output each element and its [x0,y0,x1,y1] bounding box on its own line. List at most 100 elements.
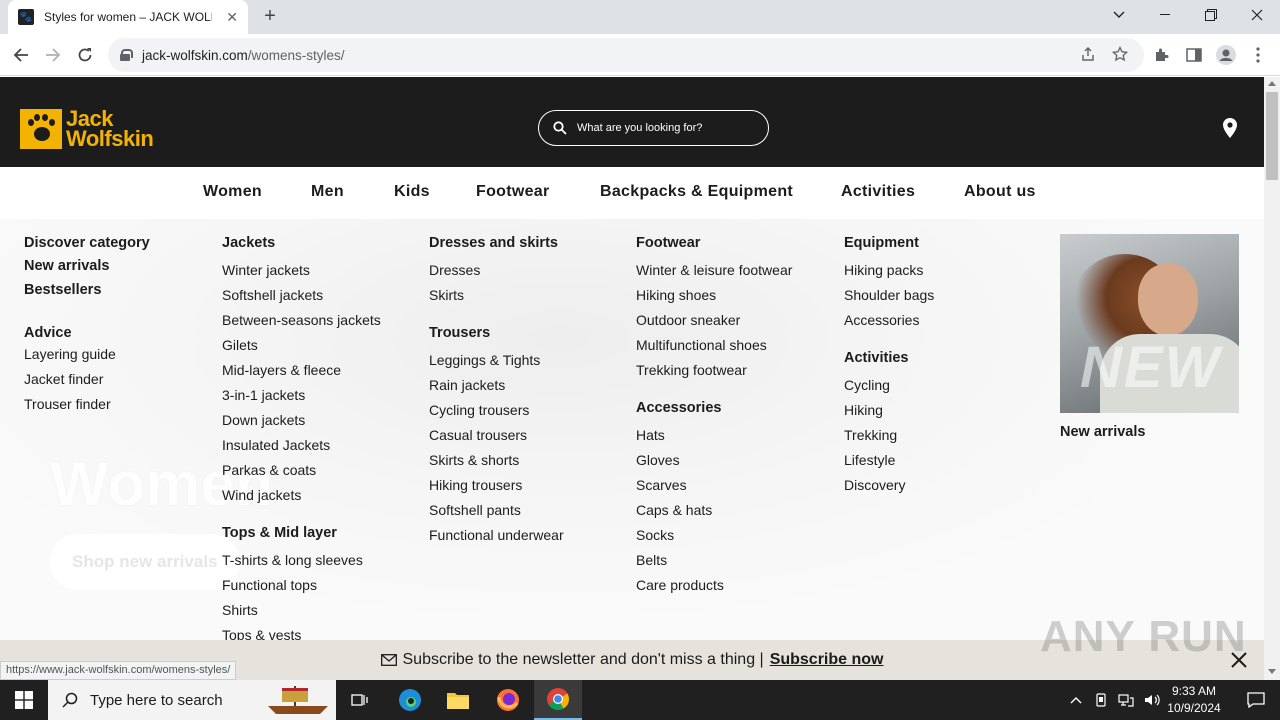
menu-link[interactable]: Skirts & shorts [429,452,519,468]
taskbar-edge[interactable] [386,680,434,720]
profile-avatar-icon[interactable] [1216,45,1236,65]
notification-center-button[interactable] [1232,680,1280,720]
menu-jackets[interactable]: Jackets [222,235,275,251]
share-icon[interactable] [1080,46,1096,67]
menu-link[interactable]: Leggings & Tights [429,352,540,368]
menu-link[interactable]: Trekking footwear [636,362,747,378]
menu-tops-mid-layer[interactable]: Tops & Mid layer [222,525,337,541]
back-button[interactable] [8,42,34,68]
network-icon[interactable] [1118,693,1134,707]
chevron-up-icon[interactable] [1070,696,1082,704]
menu-link[interactable]: Shirts [222,602,258,618]
store-locator-pin-icon[interactable] [1222,118,1238,143]
menu-link[interactable]: Caps & hats [636,502,712,518]
minimize-button[interactable] [1142,0,1188,30]
taskbar-clock[interactable]: 9:33 AM 10/9/2024 [1160,683,1228,717]
menu-link[interactable]: Shoulder bags [844,287,934,303]
nav-kids[interactable]: Kids [394,183,430,201]
address-bar[interactable]: jack-wolfskin.com/womens-styles/ [108,38,1144,72]
subscribe-now-link[interactable]: Subscribe now [770,651,884,669]
menu-link[interactable]: Socks [636,527,674,543]
menu-link[interactable]: Layering guide [24,346,116,362]
menu-link[interactable]: Insulated Jackets [222,437,330,453]
chrome-menu-icon[interactable] [1248,45,1268,65]
scroll-down-arrow-icon[interactable] [1268,669,1276,674]
menu-link[interactable]: Tops & vests [222,627,301,640]
menu-link[interactable]: T-shirts & long sleeves [222,552,363,568]
menu-link[interactable]: Parkas & coats [222,462,316,478]
scrollbar-thumb[interactable] [1266,92,1278,180]
reload-button[interactable] [72,42,98,68]
menu-link[interactable]: Jacket finder [24,371,103,387]
menu-link[interactable]: Softshell jackets [222,287,323,303]
menu-activities[interactable]: Activities [844,350,908,366]
bookmark-star-icon[interactable] [1111,45,1129,67]
menu-link[interactable]: Softshell pants [429,502,521,518]
menu-link[interactable]: Care products [636,577,724,593]
menu-accessories[interactable]: Accessories [636,400,721,416]
taskbar-search-box[interactable]: Type here to search [48,680,336,720]
side-panel-icon[interactable] [1184,45,1204,65]
nav-women[interactable]: Women [203,183,262,201]
menu-discover-category[interactable]: Discover category [24,235,150,251]
nav-footwear[interactable]: Footwear [476,183,550,201]
tab-close-icon[interactable]: ✕ [226,9,238,26]
menu-link[interactable]: Hiking trousers [429,477,522,493]
menu-advice[interactable]: Advice [24,325,72,341]
taskbar-file-explorer[interactable] [434,680,482,720]
menu-link[interactable]: Dresses [429,262,480,278]
task-view-button[interactable] [336,680,384,720]
menu-link[interactable]: Rain jackets [429,377,505,393]
menu-equipment[interactable]: Equipment [844,235,919,251]
lock-icon[interactable] [120,49,133,61]
menu-link[interactable]: Hiking shoes [636,287,716,303]
menu-link[interactable]: Cycling [844,377,890,393]
menu-footwear[interactable]: Footwear [636,235,700,251]
scroll-up-arrow-icon[interactable] [1268,81,1276,86]
new-tab-button[interactable]: + [258,4,282,28]
menu-link[interactable]: Gloves [636,452,680,468]
menu-link[interactable]: Winter jackets [222,262,310,278]
forward-button[interactable] [40,42,66,68]
browser-tab[interactable]: 🐾 Styles for women – JACK WOLFSKIN ✕ [8,0,248,34]
menu-link[interactable]: Outdoor sneaker [636,312,740,328]
menu-link[interactable]: Winter & leisure footwear [636,262,792,278]
menu-bestsellers[interactable]: Bestsellers [24,282,101,298]
menu-link[interactable]: Hiking [844,402,883,418]
taskbar-chrome[interactable] [534,680,582,720]
menu-link[interactable]: Gilets [222,337,258,353]
menu-link[interactable]: Between-seasons jackets [222,312,381,328]
menu-dresses-skirts[interactable]: Dresses and skirts [429,235,558,251]
menu-link[interactable]: Skirts [429,287,464,303]
start-button[interactable] [0,680,48,720]
menu-new-arrivals[interactable]: New arrivals [24,258,109,274]
menu-link[interactable]: Wind jackets [222,487,301,503]
menu-link[interactable]: Accessories [844,312,919,328]
taskbar-firefox[interactable] [484,680,532,720]
jack-wolfskin-logo[interactable]: Jack Wolfskin [20,108,154,150]
menu-link[interactable]: Trouser finder [24,396,111,412]
menu-link[interactable]: Functional underwear [429,527,564,543]
menu-trousers[interactable]: Trousers [429,325,490,341]
menu-link[interactable]: Discovery [844,477,905,493]
menu-link[interactable]: Scarves [636,477,687,493]
menu-link[interactable]: Hiking packs [844,262,923,278]
device-icon[interactable] [1094,693,1108,707]
menu-link[interactable]: Functional tops [222,577,317,593]
menu-link[interactable]: Hats [636,427,665,443]
nav-activities[interactable]: Activities [841,183,915,201]
menu-link[interactable]: Belts [636,552,667,568]
nav-about-us[interactable]: About us [964,183,1036,201]
menu-link[interactable]: 3-in-1 jackets [222,387,305,403]
new-arrivals-promo-image[interactable]: NEW [1060,234,1239,413]
restore-button[interactable] [1188,0,1234,30]
menu-link[interactable]: Multifunctional shoes [636,337,767,353]
tab-search-chevron-icon[interactable] [1096,0,1142,30]
menu-link[interactable]: Trekking [844,427,897,443]
menu-link[interactable]: Casual trousers [429,427,527,443]
close-window-button[interactable] [1234,0,1280,30]
page-scrollbar[interactable] [1264,77,1280,680]
menu-link[interactable]: Down jackets [222,412,305,428]
menu-link[interactable]: Lifestyle [844,452,895,468]
site-search-box[interactable] [538,110,769,146]
